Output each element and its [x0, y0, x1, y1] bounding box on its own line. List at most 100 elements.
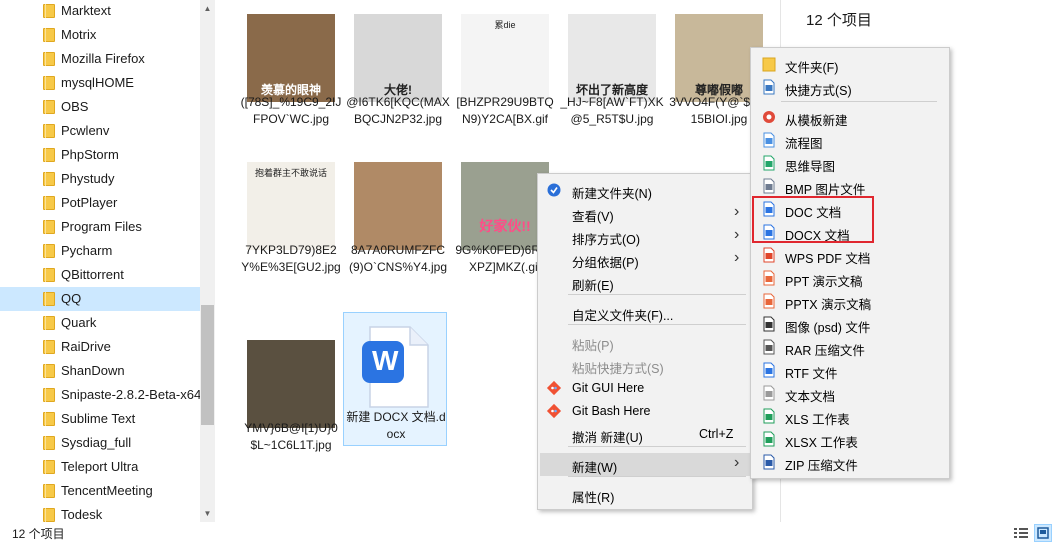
file-name-label: [BHZPR29U9BTQN9)Y2CA[BX.gif [456, 95, 554, 126]
sidebar-item[interactable]: ShanDown [0, 359, 200, 383]
context-menu-item[interactable]: 撤消 新建(U) Ctrl+Z [540, 423, 750, 446]
folder-icon [43, 124, 55, 138]
context-menu-item[interactable]: Git GUI Here [540, 377, 750, 400]
sidebar-item[interactable]: TencentMeeting [0, 479, 200, 503]
sidebar-item[interactable]: Marktext [0, 0, 200, 23]
sidebar-item-label: Quark [61, 315, 97, 330]
image-file-item[interactable]: 坏出了新高度 _HJ~F8[AW`FT)XK@5_R5T$U.jpg [560, 4, 664, 174]
sidebar-item-label: Sublime Text [61, 411, 136, 426]
meme-caption: 抱着群主不敢说话 [254, 168, 327, 178]
scroll-down-arrow-icon[interactable]: ▼ [200, 505, 215, 522]
shield-icon [546, 182, 562, 198]
zip-icon [761, 454, 777, 470]
image-file-item[interactable]: 大佬! @I6TK6[KQC(MAXBQCJN2P32.jpg [346, 4, 450, 174]
new-submenu-item-label: 思维导图 [785, 160, 836, 174]
scroll-up-arrow-icon[interactable]: ▲ [200, 0, 215, 17]
context-menu-item[interactable]: 查看(V) › [540, 202, 750, 225]
folder-icon [43, 196, 55, 210]
context-menu-item[interactable]: 刷新(E) [540, 271, 750, 294]
scrollbar-thumb[interactable] [201, 305, 214, 425]
image-file-item[interactable]: 抱着群主不敢说话 7YKP3LD79)8E2Y%E%3E[GU2.jpg [239, 152, 343, 322]
context-menu-item[interactable]: 自定义文件夹(F)... [540, 301, 750, 324]
new-submenu-item-label: 快捷方式(S) [785, 84, 852, 98]
rar-icon [761, 339, 777, 355]
new-submenu-item[interactable]: WPS PDF 文档 [753, 244, 947, 267]
context-menu-item[interactable]: 粘贴(P) [540, 331, 750, 354]
context-menu-item[interactable]: 新建文件夹(N) [540, 179, 750, 202]
file-name-label: ([78S]_%19C9_2IJFPOV`WC.jpg [240, 95, 342, 126]
image-file-item[interactable]: 羡慕的眼神 ([78S]_%19C9_2IJFPOV`WC.jpg [239, 4, 343, 174]
new-submenu-item[interactable]: ZIP 压缩文件 [753, 451, 947, 474]
new-submenu-item[interactable]: RAR 压缩文件 [753, 336, 947, 359]
image-file-item[interactable]: 8A7A0RUMFZFC(9)O`CNS%Y4.jpg [346, 152, 450, 322]
sidebar-item[interactable]: Pcwlenv [0, 119, 200, 143]
new-submenu-item[interactable]: BMP 图片文件 [753, 175, 947, 198]
sidebar-item[interactable]: Motrix [0, 23, 200, 47]
context-menu-item[interactable]: 分组依据(P) › [540, 248, 750, 271]
sidebar-item[interactable]: Mozilla Firefox [0, 47, 200, 71]
new-submenu-item[interactable]: XLSX 工作表 [753, 428, 947, 451]
sidebar-item[interactable]: Todesk [0, 503, 200, 522]
docx-file-item[interactable]: W 新建 DOCX 文档.docx [343, 312, 447, 446]
sidebar-item[interactable]: QBittorrent [0, 263, 200, 287]
folder-icon [43, 292, 55, 306]
txt-icon [761, 385, 777, 401]
sidebar-item-label: PotPlayer [61, 195, 118, 210]
sidebar-item[interactable]: Snipaste-2.8.2-Beta-x64 [0, 383, 201, 407]
context-menu-item[interactable]: 新建(W) › [540, 453, 750, 476]
new-submenu-item[interactable]: 文件夹(F) [753, 53, 947, 76]
new-submenu-item[interactable]: 文本文档 [753, 382, 947, 405]
file-name-label: 8A7A0RUMFZFC(9)O`CNS%Y4.jpg [348, 243, 448, 274]
context-menu-item[interactable]: Git Bash Here [540, 400, 750, 423]
highlight-box [752, 196, 874, 243]
folder-icon [43, 364, 55, 378]
new-submenu-item-label: 图像 (psd) 文件 [785, 321, 871, 335]
sidebar-item[interactable]: QQ [0, 287, 200, 311]
new-submenu-item[interactable]: 流程图 [753, 129, 947, 152]
sidebar-item-label: Pycharm [61, 243, 113, 258]
sidebar-item-label: RaiDrive [61, 339, 111, 354]
new-submenu-item-label: 从模板新建 [785, 114, 848, 128]
new-submenu-item[interactable]: RTF 文件 [753, 359, 947, 382]
context-menu-item-label: 新建(W) [572, 461, 618, 475]
folder-icon [43, 316, 55, 330]
context-menu-item[interactable]: 粘贴快捷方式(S) [540, 354, 750, 377]
menu-separator [568, 294, 746, 295]
new-submenu-item[interactable]: 从模板新建 [753, 106, 947, 129]
folder-icon [43, 172, 55, 186]
new-submenu-item[interactable]: 图像 (psd) 文件 [753, 313, 947, 336]
new-submenu: 文件夹(F) 快捷方式(S) 从模板新建 流程图 思维导图 BMP 图片文件 DOC 文档 D… [750, 47, 950, 479]
image-file-item[interactable]: YMV}6B@I[1)U}0$L~1C6L1T.jpg [239, 330, 343, 500]
details-view-icon[interactable] [1012, 524, 1030, 542]
sidebar-item[interactable]: Sublime Text [0, 407, 200, 431]
sidebar-item[interactable]: RaiDrive [0, 335, 200, 359]
sidebar-item[interactable]: Sysdiag_full [0, 431, 200, 455]
xls-icon [761, 408, 777, 424]
new-submenu-item[interactable]: PPTX 演示文稿 [753, 290, 947, 313]
context-menu-item-label: 粘贴(P) [572, 339, 614, 353]
git-icon [546, 380, 562, 396]
new-submenu-item-label: WPS PDF 文档 [785, 252, 871, 266]
sidebar-item[interactable]: Quark [0, 311, 200, 335]
new-submenu-item[interactable]: 思维导图 [753, 152, 947, 175]
large-icons-view-icon[interactable] [1034, 524, 1052, 542]
context-menu-item[interactable]: 属性(R) [540, 483, 750, 506]
new-submenu-item-label: RTF 文件 [785, 367, 838, 381]
sidebar-item[interactable]: Teleport Ultra [0, 455, 200, 479]
context-menu-item-label: 排序方式(O) [572, 233, 641, 247]
context-menu-item[interactable]: 排序方式(O) › [540, 225, 750, 248]
sidebar-item[interactable]: PhpStorm [0, 143, 200, 167]
folder-icon [43, 244, 55, 258]
new-submenu-item-label: XLS 工作表 [785, 413, 850, 427]
sidebar-item[interactable]: Pycharm [0, 239, 200, 263]
image-file-item[interactable]: 累die [BHZPR29U9BTQN9)Y2CA[BX.gif [453, 4, 557, 174]
sidebar-item[interactable]: Program Files [0, 215, 200, 239]
sidebar-item[interactable]: Phystudy [0, 167, 200, 191]
new-submenu-item[interactable]: PPT 演示文稿 [753, 267, 947, 290]
sidebar-scrollbar[interactable]: ▲ ▼ [200, 0, 215, 522]
sidebar-item[interactable]: PotPlayer [0, 191, 200, 215]
sidebar-item[interactable]: mysqlHOME [0, 71, 200, 95]
new-submenu-item[interactable]: XLS 工作表 [753, 405, 947, 428]
new-submenu-item[interactable]: 快捷方式(S) [753, 76, 947, 99]
sidebar-item[interactable]: OBS [0, 95, 200, 119]
